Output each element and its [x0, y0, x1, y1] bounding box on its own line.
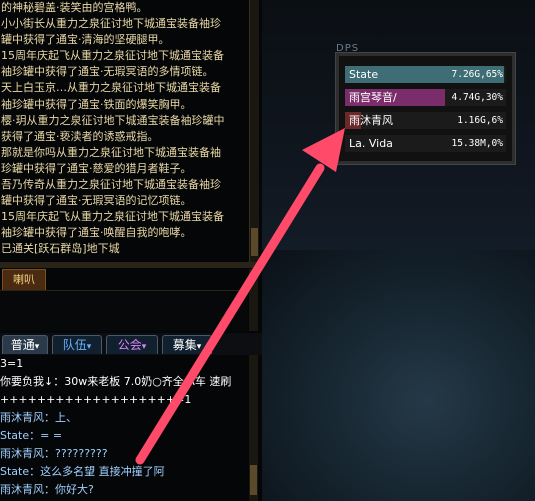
- channel-label: 公会: [117, 338, 142, 352]
- dps-row: 雨沐青风 1.16G,6%: [345, 112, 506, 129]
- channel-tab-normal[interactable]: 普通▾: [2, 335, 48, 354]
- scrollbar-thumb[interactable]: [250, 465, 257, 495]
- dps-row: La. Vida 15.38M,0%: [345, 135, 506, 152]
- dps-player-name: La. Vida: [349, 137, 393, 150]
- channel-label: 募集: [172, 338, 197, 352]
- system-message-line: 那就是你吗从重力之泉征讨地下城通宝装备袖: [1, 145, 221, 159]
- system-message-line: 天上白玉京…从重力之泉征讨地下城通宝装备: [1, 81, 221, 95]
- dps-player-name: State: [349, 68, 379, 81]
- chat-message: 3=1: [0, 357, 24, 370]
- chat-message: 你要负我↓：30w来老板 7.0奶○齐全 A车 速刷: [0, 375, 232, 388]
- chat-log: 3=1 你要负我↓：30w来老板 7.0奶○齐全 A车 速刷 ++++++++++…: [0, 355, 248, 501]
- dps-player-value: 7.26G,65%: [451, 69, 503, 80]
- dps-row: State 7.26G,65%: [345, 66, 506, 83]
- tab-megaphone[interactable]: 喇叭: [2, 269, 46, 291]
- chevron-down-icon: ▾: [141, 342, 147, 352]
- channel-tab-guild[interactable]: 公会▾: [106, 335, 158, 354]
- system-message-line: 袖珍罐中获得了通宝·唤醒自我的咆哮。: [1, 226, 192, 240]
- chat-message: State：= =: [0, 429, 63, 442]
- chat-scrollbar[interactable]: [249, 355, 258, 501]
- chat-message: 雨沐青风：你好大?: [0, 483, 94, 496]
- system-message-line: 已通关[跃石群岛]地下城: [1, 242, 120, 256]
- chat-message: 雨沐青风：上、: [0, 411, 77, 424]
- dps-player-value: 15.38M,0%: [451, 138, 503, 149]
- dps-player-name: 雨沐青风: [349, 114, 393, 127]
- panel-divider: [0, 262, 262, 268]
- dps-meter-window[interactable]: State 7.26G,65% 雨宫琴音/ 4.74G,30% 雨沐青风 1.1…: [336, 53, 515, 164]
- system-log-scrollbar[interactable]: [249, 0, 259, 262]
- system-message-line: 袖珍罐中获得了通宝·无瑕冥语的多情项链。: [1, 65, 214, 79]
- system-message-line: 获得了通宝·亵渎者的诱惑戒指。: [1, 129, 159, 143]
- chevron-down-icon: ▾: [34, 342, 40, 352]
- dps-player-value: 1.16G,6%: [457, 115, 503, 126]
- system-message-log: 的神秘碧盖·装笑由的宫格鸭。小小街长从重力之泉征讨地下城通宝装备袖珍 罐中获得了通…: [0, 0, 247, 262]
- channel-tab-recruit[interactable]: 募集▾: [162, 335, 212, 354]
- system-message-line: 小小街长从重力之泉征讨地下城通宝装备袖珍: [1, 17, 221, 31]
- channel-tab-party[interactable]: 队伍▾: [52, 335, 102, 354]
- chat-window: 的神秘碧盖·装笑由的宫格鸭。小小街长从重力之泉征讨地下城通宝装备袖珍 罐中获得了通…: [0, 0, 262, 501]
- system-message-line: 的神秘碧盖·装笑由的宫格鸭。: [1, 1, 148, 14]
- system-message-line: 15周年庆起飞从重力之泉征讨地下城通宝装备: [1, 210, 224, 224]
- chat-message: +++++++++++++++++++=1: [0, 393, 192, 406]
- chevron-down-icon: ▾: [86, 342, 92, 352]
- dps-row: 雨宫琴音/ 4.74G,30%: [345, 89, 506, 106]
- scrollbar-thumb[interactable]: [251, 228, 258, 256]
- dps-player-value: 4.74G,30%: [451, 92, 503, 103]
- chat-message: State：这么多名望 直接冲撞了阿: [0, 465, 165, 478]
- megaphone-scrollbar[interactable]: [249, 269, 258, 331]
- system-message-line: 珍罐中获得了通宝·慈爱的猎月者鞋子。: [1, 161, 192, 175]
- system-message-line: 罐中获得了通宝·无瑕冥语的记忆项链。: [1, 194, 192, 208]
- channel-label: 普通: [10, 338, 35, 352]
- chat-message: 雨沐青风：?????????: [0, 447, 108, 460]
- system-message-line: 樱·玥从重力之泉征讨地下城通宝装备袖珍罐中: [1, 113, 225, 127]
- channel-label: 队伍: [62, 338, 87, 352]
- channel-tab-bar: 普通▾ 队伍▾ 公会▾ 募集▾: [0, 333, 262, 355]
- system-message-line: 吾乃传奇从重力之泉征讨地下城通宝装备袖珍: [1, 178, 221, 192]
- chevron-down-icon: ▾: [196, 342, 202, 352]
- megaphone-panel: [0, 290, 248, 331]
- system-message-line: 罐中获得了通宝·清海的坚硬腿甲。: [1, 33, 170, 47]
- scene-rock-terrain: [262, 250, 535, 501]
- dps-player-name: 雨宫琴音/: [349, 91, 397, 104]
- system-message-line: 15周年庆起飞从重力之泉征讨地下城通宝装备: [1, 49, 224, 63]
- system-message-line: 袖珍罐中获得了通宝·铁面的爆笑胸甲。: [1, 97, 192, 111]
